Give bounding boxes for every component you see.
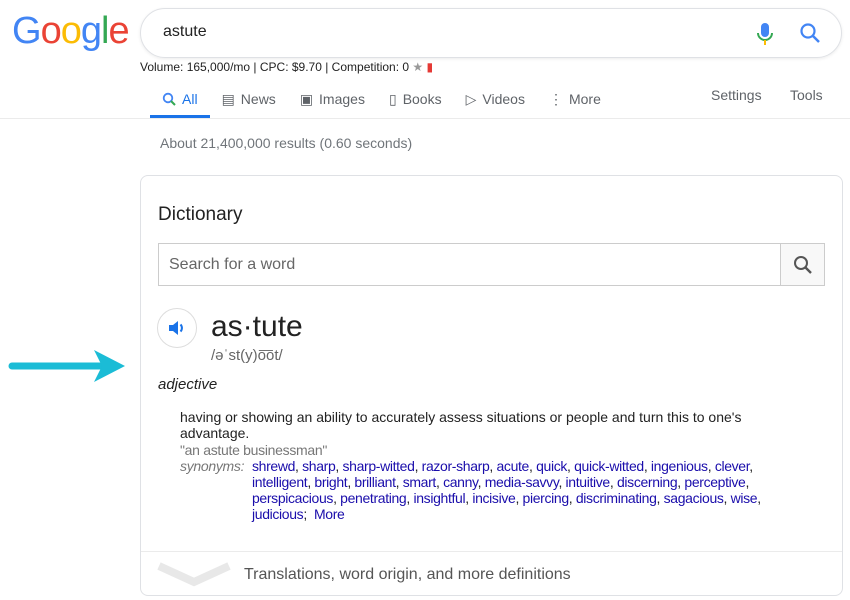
keyword-stats: Volume: 165,000/mo | CPC: $9.70 | Compet… xyxy=(140,60,434,74)
synonym-link[interactable]: wise xyxy=(731,490,758,506)
synonym-link[interactable]: penetrating xyxy=(340,490,407,506)
synonym-link[interactable]: ingenious xyxy=(651,458,708,474)
tab-all[interactable]: All xyxy=(150,80,210,118)
image-icon: ▣ xyxy=(299,90,314,107)
book-icon: ▯ xyxy=(388,90,397,107)
synonym-link[interactable]: piercing xyxy=(523,490,570,506)
header-divider xyxy=(0,118,850,119)
synonym-link[interactable]: perceptive xyxy=(684,474,745,490)
result-stats: About 21,400,000 results (0.60 seconds) xyxy=(160,135,413,151)
news-icon: ▤ xyxy=(221,90,235,107)
tools-link[interactable]: Tools xyxy=(790,87,823,103)
synonym-link[interactable]: judicious xyxy=(252,506,304,522)
synonym-link[interactable]: insightful xyxy=(413,490,465,506)
tab-videos[interactable]: ▷ Videos xyxy=(454,80,537,118)
search-input[interactable] xyxy=(163,23,723,41)
synonym-link[interactable]: quick xyxy=(536,458,567,474)
tab-books[interactable]: ▯ Books xyxy=(377,80,454,118)
tab-news[interactable]: ▤ News xyxy=(210,80,288,118)
synonym-link[interactable]: perspicacious xyxy=(252,490,333,506)
synonym-link[interactable]: media-savvy xyxy=(485,474,559,490)
expand-label: Translations, word origin, and more defi… xyxy=(244,565,571,583)
video-icon: ▷ xyxy=(465,90,477,107)
tab-more[interactable]: ⋮ More xyxy=(537,80,613,118)
search-icon xyxy=(793,255,812,274)
example: "an astute businessman" xyxy=(180,442,328,458)
synonym-link[interactable]: acute xyxy=(496,458,529,474)
search-box xyxy=(140,8,842,58)
synonym-link[interactable]: sharp xyxy=(302,458,336,474)
synonym-link[interactable]: quick-witted xyxy=(574,458,644,474)
google-logo[interactable]: Google xyxy=(12,10,130,53)
synonym-link[interactable]: discriminating xyxy=(576,490,657,506)
word-search-button[interactable] xyxy=(780,244,824,285)
dictionary-title: Dictionary xyxy=(158,204,243,225)
more-synonyms-link[interactable]: More xyxy=(314,506,345,522)
synonym-link[interactable]: intelligent xyxy=(252,474,308,490)
more-vert-icon: ⋮ xyxy=(548,90,563,107)
expand-definitions[interactable]: Translations, word origin, and more defi… xyxy=(141,551,842,595)
synonym-link[interactable]: razor-sharp xyxy=(422,458,490,474)
synonyms-list: shrewd, sharp, sharp-witted, razor-sharp… xyxy=(252,458,761,522)
synonym-link[interactable]: smart xyxy=(403,474,437,490)
search-icon[interactable] xyxy=(799,22,821,49)
speaker-icon xyxy=(169,321,183,335)
synonym-link[interactable]: brilliant xyxy=(354,474,396,490)
synonym-link[interactable]: sagacious xyxy=(664,490,724,506)
chevron-down-icon xyxy=(157,562,231,587)
microphone-icon[interactable] xyxy=(757,21,773,52)
synonym-link[interactable]: discerning xyxy=(617,474,678,490)
synonym-link[interactable]: canny xyxy=(443,474,478,490)
search-icon xyxy=(162,92,176,106)
definition: having or showing an ability to accurate… xyxy=(180,409,742,441)
synonym-link[interactable]: clever xyxy=(715,458,750,474)
synonym-link[interactable]: bright xyxy=(314,474,347,490)
headword: as·tute xyxy=(211,310,303,343)
synonym-link[interactable]: sharp-witted xyxy=(343,458,415,474)
dictionary-search xyxy=(158,243,825,286)
arrow-annotation xyxy=(8,348,128,389)
dictionary-card: Dictionary as·tute /əˈst(y)o͞ot/ adjecti… xyxy=(140,175,843,596)
synonym-link[interactable]: intuitive xyxy=(566,474,611,490)
tab-images[interactable]: ▣ Images xyxy=(288,80,377,118)
phonetic: /əˈst(y)o͞ot/ xyxy=(211,347,283,364)
synonyms-label: synonyms: xyxy=(180,458,245,474)
pronunciation-button[interactable] xyxy=(157,308,197,348)
synonym-link[interactable]: shrewd xyxy=(252,458,295,474)
database-icon[interactable]: ▮ xyxy=(427,60,434,74)
search-tabs: All ▤ News ▣ Images ▯ Books ▷ Videos ⋮ More xyxy=(150,80,613,118)
settings-link[interactable]: Settings xyxy=(711,87,762,103)
star-icon[interactable]: ★ xyxy=(412,60,423,74)
synonym-link[interactable]: incisive xyxy=(472,490,515,506)
part-of-speech: adjective xyxy=(158,376,218,393)
word-search-input[interactable] xyxy=(159,244,780,285)
